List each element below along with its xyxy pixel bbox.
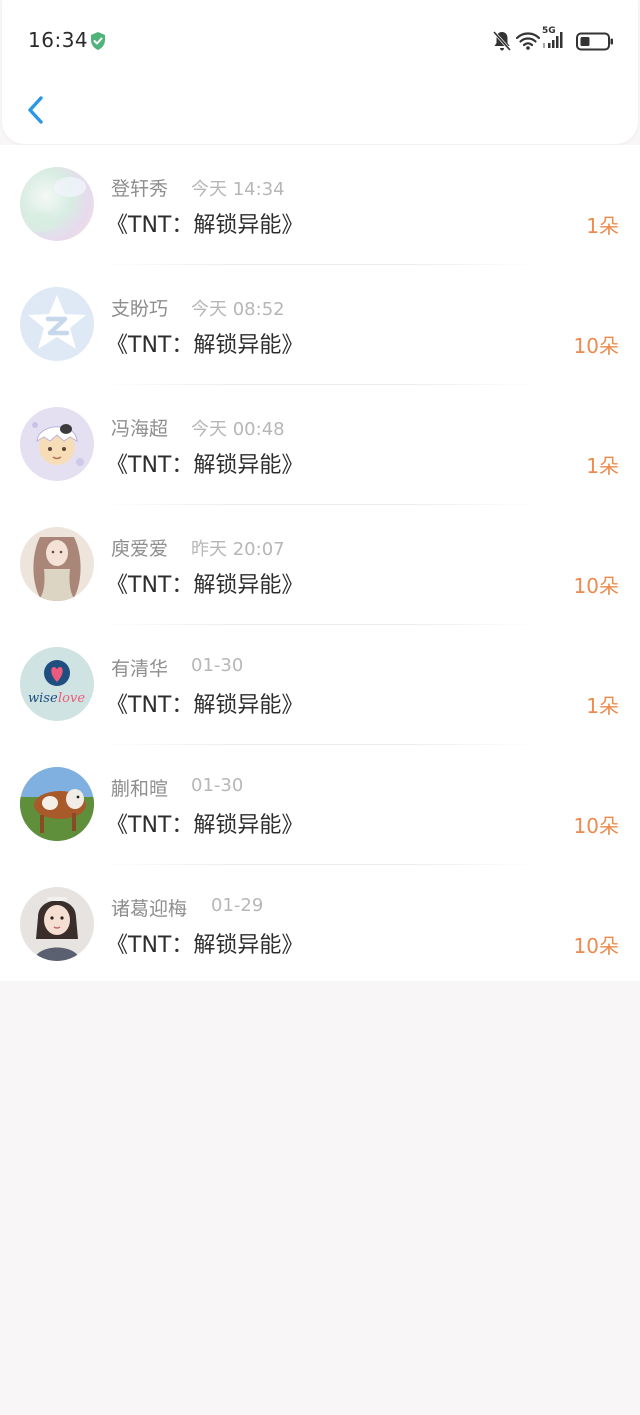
sender-name: 庾爱爱 (111, 538, 169, 560)
back-chevron-icon[interactable] (22, 90, 52, 130)
sender-name: 诸葛迎梅 (111, 898, 188, 920)
sender-name: 有清华 (111, 658, 169, 680)
sender-name: 蒯和暄 (111, 778, 169, 800)
list-item[interactable]: 诸葛迎梅 01-29 《TNT：解锁异能》 10朵 (0, 865, 640, 985)
avatar-logo-text-love: love (58, 691, 85, 706)
send-time: 今天 14:34 (191, 179, 285, 200)
book-title: 《TNT：解锁异能》 (106, 333, 304, 358)
list-item[interactable]: 支盼巧 今天 08:52 《TNT：解锁异能》 10朵 (0, 265, 640, 385)
wifi-icon (516, 32, 540, 50)
flower-amount: 1朵 (586, 454, 619, 478)
avatar-logo-text-wise: wise (28, 691, 58, 706)
battery-icon (576, 32, 613, 51)
mute-bell-icon (492, 31, 512, 51)
sender-name: 支盼巧 (111, 298, 169, 320)
send-time: 01-30 (191, 775, 244, 796)
book-title: 《TNT：解锁异能》 (106, 573, 304, 598)
send-time: 今天 00:48 (191, 419, 285, 440)
flower-amount: 1朵 (586, 694, 619, 718)
avatar (20, 527, 94, 601)
flower-amount: 10朵 (573, 814, 619, 838)
list-item[interactable]: wise love 有清华 01-30 《TNT：解锁异能》 1朵 (0, 625, 640, 745)
list-item[interactable]: 蒯和暄 01-30 《TNT：解锁异能》 10朵 (0, 745, 640, 865)
avatar: wise love (20, 647, 94, 721)
send-time: 今天 08:52 (191, 299, 285, 320)
book-title: 《TNT：解锁异能》 (106, 813, 304, 838)
gift-record-list: 登轩秀 今天 14:34 《TNT：解锁异能》 1朵 支盼巧 今天 08:52 … (0, 145, 640, 981)
top-bar: 16:34 5G (2, 0, 638, 144)
sender-name: 登轩秀 (111, 178, 169, 200)
shield-check-icon (91, 32, 105, 50)
book-title: 《TNT：解锁异能》 (106, 933, 304, 958)
avatar (20, 887, 94, 961)
avatar (20, 167, 94, 241)
flower-amount: 10朵 (573, 574, 619, 598)
flower-amount: 1朵 (586, 214, 619, 238)
avatar (20, 407, 94, 481)
book-title: 《TNT：解锁异能》 (106, 453, 304, 478)
avatar (20, 287, 94, 361)
send-time: 01-29 (211, 895, 264, 916)
flower-amount: 10朵 (573, 334, 619, 358)
status-icons: 5G (492, 26, 614, 54)
signal-strength-icon (543, 32, 563, 48)
list-item[interactable]: 登轩秀 今天 14:34 《TNT：解锁异能》 1朵 (0, 145, 640, 265)
sender-name: 冯海超 (111, 418, 169, 440)
list-item[interactable]: 庾爱爱 昨天 20:07 《TNT：解锁异能》 10朵 (0, 505, 640, 625)
flower-amount: 10朵 (573, 934, 619, 958)
status-time: 16:34 (28, 28, 89, 52)
send-time: 昨天 20:07 (191, 539, 285, 560)
send-time: 01-30 (191, 655, 244, 676)
list-item[interactable]: 冯海超 今天 00:48 《TNT：解锁异能》 1朵 (0, 385, 640, 505)
avatar (20, 767, 94, 841)
book-title: 《TNT：解锁异能》 (106, 693, 304, 718)
book-title: 《TNT：解锁异能》 (106, 213, 304, 238)
